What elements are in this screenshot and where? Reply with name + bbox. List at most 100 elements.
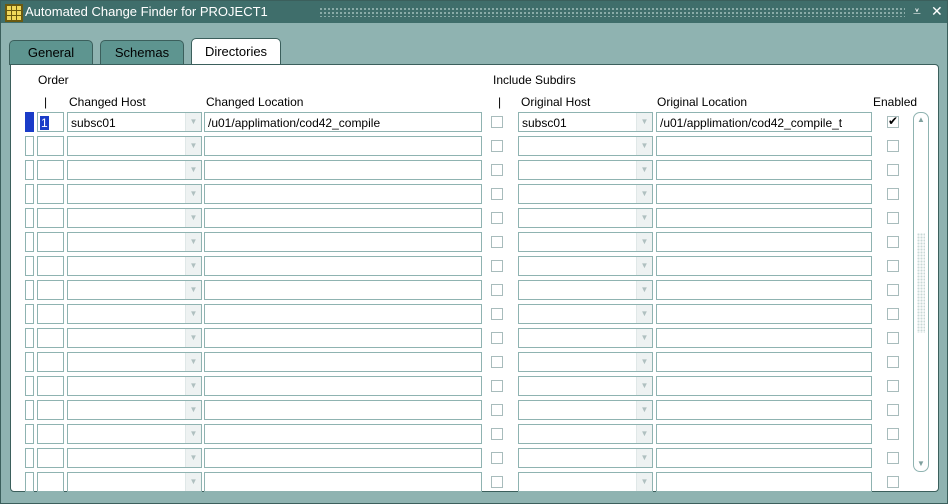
changed-host-select[interactable]: ▼ [67,448,202,468]
chevron-down-icon[interactable]: ▼ [636,185,652,203]
changed-location-field[interactable] [204,232,482,252]
changed-location-field[interactable] [204,472,482,492]
changed-location-field[interactable] [204,424,482,444]
enabled-checkbox[interactable] [887,260,899,272]
changed-location-field[interactable] [204,136,482,156]
chevron-down-icon[interactable]: ▼ [185,377,201,395]
changed-host-select[interactable]: ▼ [67,304,202,324]
include-subdirs-checkbox[interactable] [491,284,503,296]
include-subdirs-checkbox[interactable] [491,332,503,344]
changed-location-field[interactable] [204,208,482,228]
include-subdirs-checkbox[interactable] [491,188,503,200]
original-host-select[interactable]: ▼ [518,472,653,492]
original-location-field[interactable] [656,472,872,492]
chevron-down-icon[interactable]: ▼ [185,425,201,443]
original-location-field[interactable] [656,232,872,252]
order-field[interactable] [37,280,64,300]
row-selector[interactable] [25,112,34,132]
changed-location-field[interactable] [204,352,482,372]
changed-location-field[interactable] [204,328,482,348]
row-selector[interactable] [25,400,34,420]
chevron-down-icon[interactable]: ▼ [185,401,201,419]
include-subdirs-checkbox[interactable] [491,260,503,272]
changed-location-field[interactable]: /u01/applimation/cod42_compile [204,112,482,132]
order-field[interactable] [37,256,64,276]
row-selector[interactable] [25,160,34,180]
order-field[interactable] [37,208,64,228]
original-host-select[interactable]: subsc01 ▼ [518,112,653,132]
changed-host-select[interactable]: subsc01 ▼ [67,112,202,132]
row-selector[interactable] [25,232,34,252]
changed-location-field[interactable] [204,160,482,180]
row-selector[interactable] [25,136,34,156]
enabled-checkbox[interactable] [887,212,899,224]
include-subdirs-checkbox[interactable] [491,212,503,224]
enabled-checkbox[interactable] [887,140,899,152]
minimize-button[interactable]: ⩡ [913,3,921,20]
changed-location-field[interactable] [204,256,482,276]
original-location-field[interactable] [656,424,872,444]
enabled-checkbox[interactable] [887,188,899,200]
chevron-down-icon[interactable]: ▼ [636,401,652,419]
include-subdirs-checkbox[interactable] [491,236,503,248]
original-location-field[interactable] [656,280,872,300]
original-host-select[interactable]: ▼ [518,376,653,396]
original-location-field[interactable]: /u01/applimation/cod42_compile_t [656,112,872,132]
enabled-checkbox[interactable] [887,164,899,176]
include-subdirs-checkbox[interactable] [491,116,503,128]
original-location-field[interactable] [656,328,872,348]
close-button[interactable]: ✕ [931,3,943,20]
include-subdirs-checkbox[interactable] [491,404,503,416]
changed-host-select[interactable]: ▼ [67,280,202,300]
order-field[interactable] [37,328,64,348]
enabled-checkbox[interactable] [887,380,899,392]
row-selector[interactable] [25,256,34,276]
enabled-checkbox[interactable] [887,284,899,296]
chevron-down-icon[interactable]: ▼ [185,329,201,347]
chevron-down-icon[interactable]: ▼ [185,113,201,131]
scroll-up-icon[interactable]: ▲ [915,114,927,126]
enabled-checkbox[interactable] [887,428,899,440]
changed-location-field[interactable] [204,376,482,396]
changed-host-select[interactable]: ▼ [67,424,202,444]
chevron-down-icon[interactable]: ▼ [185,353,201,371]
chevron-down-icon[interactable]: ▼ [636,305,652,323]
enabled-checkbox[interactable] [887,236,899,248]
order-field[interactable]: 1 [37,112,64,132]
row-selector[interactable] [25,280,34,300]
include-subdirs-checkbox[interactable] [491,476,503,488]
original-host-select[interactable]: ▼ [518,328,653,348]
chevron-down-icon[interactable]: ▼ [636,329,652,347]
order-field[interactable] [37,448,64,468]
order-field[interactable] [37,232,64,252]
include-subdirs-checkbox[interactable] [491,164,503,176]
enabled-checkbox[interactable] [887,308,899,320]
row-selector[interactable] [25,184,34,204]
enabled-checkbox[interactable] [887,356,899,368]
changed-location-field[interactable] [204,448,482,468]
chevron-down-icon[interactable]: ▼ [185,209,201,227]
order-field[interactable] [37,136,64,156]
original-host-select[interactable]: ▼ [518,352,653,372]
chevron-down-icon[interactable]: ▼ [636,137,652,155]
chevron-down-icon[interactable]: ▼ [185,305,201,323]
tab-directories[interactable]: Directories [191,38,281,67]
changed-host-select[interactable]: ▼ [67,184,202,204]
tab-schemas[interactable]: Schemas [100,40,184,65]
original-host-select[interactable]: ▼ [518,304,653,324]
original-location-field[interactable] [656,448,872,468]
original-host-select[interactable]: ▼ [518,400,653,420]
chevron-down-icon[interactable]: ▼ [636,209,652,227]
enabled-checkbox[interactable]: ✔ [887,114,899,128]
changed-host-select[interactable]: ▼ [67,376,202,396]
scroll-thumb[interactable] [917,233,925,333]
chevron-down-icon[interactable]: ▼ [636,353,652,371]
row-selector[interactable] [25,304,34,324]
changed-host-select[interactable]: ▼ [67,352,202,372]
original-host-select[interactable]: ▼ [518,280,653,300]
title-bar[interactable]: Automated Change Finder for PROJECT1 ⩡ ✕ [1,1,947,23]
changed-location-field[interactable] [204,280,482,300]
original-host-select[interactable]: ▼ [518,424,653,444]
original-location-field[interactable] [656,400,872,420]
order-field[interactable] [37,400,64,420]
